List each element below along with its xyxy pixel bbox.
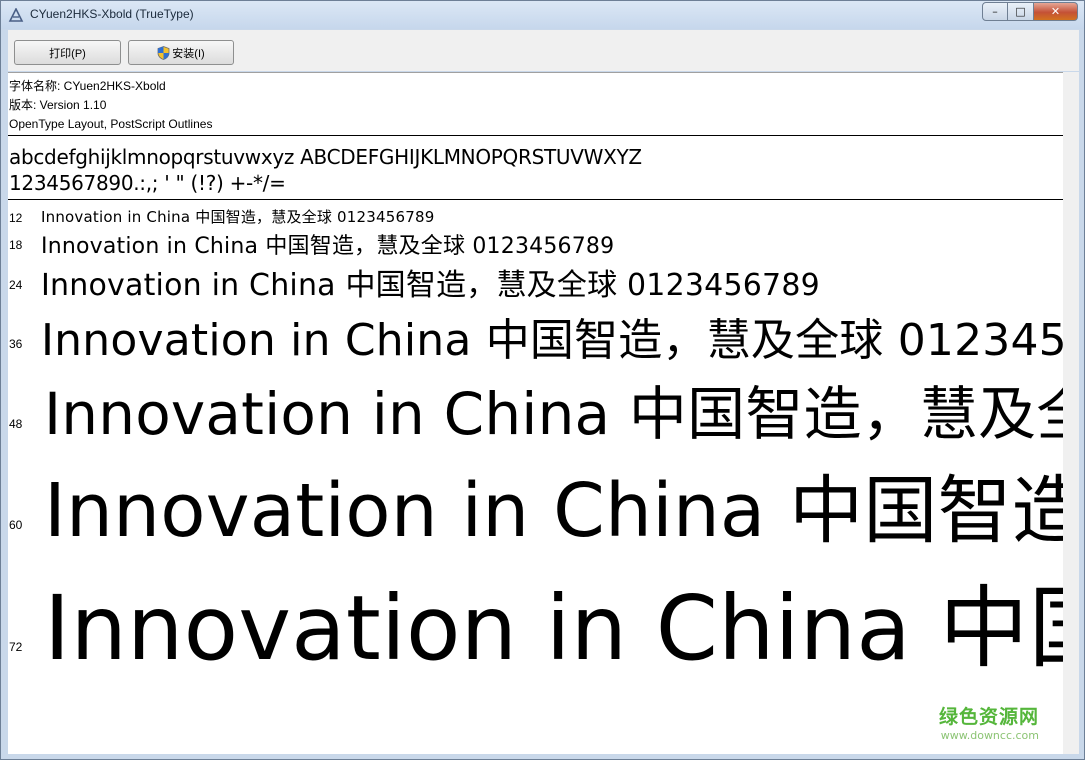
sample-text: Innovation in China 中国智造，慧及全球 0123456789	[44, 380, 1063, 448]
font-name-line: 字体名称: CYuen2HKS-Xbold	[9, 79, 166, 93]
sample-text: Innovation in China 中国智造，慧及全球 0123456789	[41, 208, 435, 226]
sample-size-label: 72	[9, 640, 23, 654]
charset-digits: 1234567890.:,; ' " (!?) +-*/=	[9, 171, 286, 195]
minimize-button[interactable]: –	[982, 2, 1008, 21]
maximize-icon: □	[1015, 5, 1026, 18]
sample-row-60: 60 Innovation in China 中国智造，慧及全球 0123456…	[8, 451, 1063, 554]
window-title: CYuen2HKS-Xbold (TrueType)	[30, 7, 194, 21]
sample-row-18: 18 Innovation in China 中国智造，慧及全球 0123456…	[8, 228, 1063, 259]
print-button[interactable]: 打印(P)	[14, 40, 121, 65]
toolbar: 打印(P) 安装(I)	[8, 30, 1079, 71]
character-set: abcdefghijklmnopqrstuvwxyz ABCDEFGHIJKLM…	[9, 144, 642, 196]
maximize-button[interactable]: □	[1008, 2, 1034, 21]
sample-text: Innovation in China 中国智造，慧及全球 0123456789	[41, 268, 820, 303]
charset-letters: abcdefghijklmnopqrstuvwxyz ABCDEFGHIJKLM…	[9, 145, 642, 169]
sample-row-48: 48 Innovation in China 中国智造，慧及全球 0123456…	[8, 367, 1063, 448]
font-viewer-icon	[8, 8, 24, 22]
font-viewer-window: CYuen2HKS-Xbold (TrueType) – □ ✕ 打印(P) 安…	[0, 0, 1085, 760]
sample-row-36: 36 Innovation in China 中国智造，慧及全球 0123456…	[8, 304, 1063, 366]
sample-text: Innovation in China 中国智造，慧及全球 0123456789	[44, 468, 1063, 554]
font-outline-line: OpenType Layout, PostScript Outlines	[9, 117, 213, 131]
close-icon: ✕	[1050, 5, 1061, 18]
divider	[8, 199, 1063, 200]
font-info: 字体名称: CYuen2HKS-Xbold 版本: Version 1.10 O…	[9, 77, 212, 134]
sample-size-label: 18	[9, 238, 23, 252]
window-controls: – □ ✕	[982, 2, 1078, 21]
title-bar[interactable]: CYuen2HKS-Xbold (TrueType) – □ ✕	[1, 1, 1084, 29]
install-button[interactable]: 安装(I)	[128, 40, 234, 65]
font-preview-area[interactable]: 字体名称: CYuen2HKS-Xbold 版本: Version 1.10 O…	[8, 72, 1063, 754]
watermark: 绿色资源网 www.downcc.com	[939, 702, 1039, 742]
sample-size-label: 48	[9, 417, 23, 431]
font-version-line: 版本: Version 1.10	[9, 98, 107, 112]
install-button-label: 安装(I)	[172, 47, 205, 60]
print-button-label: 打印(P)	[49, 47, 86, 60]
sample-text: Innovation in China 中国智造，慧及全球 0123456789	[41, 234, 615, 259]
sample-row-72: 72 Innovation in China 中国智造，慧及全球 0123456…	[8, 556, 1063, 680]
close-button[interactable]: ✕	[1034, 2, 1078, 21]
minimize-icon: –	[992, 5, 998, 18]
sample-size-label: 24	[9, 278, 23, 292]
sample-size-label: 60	[9, 518, 23, 532]
sample-size-label: 12	[9, 211, 23, 225]
watermark-url: www.downcc.com	[940, 729, 1039, 742]
sample-text: Innovation in China 中国智造，慧及全球 0123456789	[44, 576, 1063, 680]
sample-text: Innovation in China 中国智造，慧及全球 0123456789	[41, 315, 1063, 366]
uac-shield-icon	[157, 45, 170, 60]
divider	[8, 135, 1063, 136]
sample-size-label: 36	[9, 337, 23, 351]
watermark-title: 绿色资源网	[938, 706, 1039, 728]
sample-row-12: 12 Innovation in China 中国智造，慧及全球 0123456…	[8, 206, 1063, 226]
sample-row-24: 24 Innovation in China 中国智造，慧及全球 0123456…	[8, 260, 1063, 303]
vertical-scrollbar[interactable]	[1063, 72, 1079, 754]
